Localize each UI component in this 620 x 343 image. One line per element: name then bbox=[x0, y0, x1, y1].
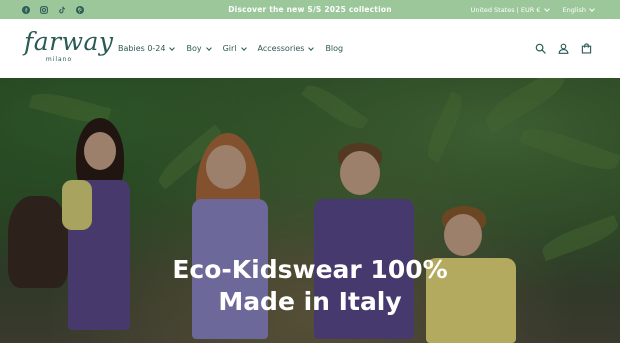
country-label: United States | EUR € bbox=[470, 5, 541, 14]
country-selector[interactable]: United States | EUR € bbox=[470, 5, 550, 14]
chevron-down-icon bbox=[169, 44, 176, 51]
locale-selectors: United States | EUR € English bbox=[470, 0, 595, 19]
cart-icon[interactable] bbox=[581, 43, 592, 54]
hero-banner[interactable]: Eco-Kidswear 100% Made in Italy bbox=[0, 78, 620, 343]
chevron-down-icon bbox=[589, 5, 595, 12]
hero-heading-line1: Eco-Kidswear 100% bbox=[172, 255, 448, 284]
nav-item-label: Accessories bbox=[257, 44, 305, 53]
main-nav: Babies 0-24 Boy Girl Accessories Blog bbox=[118, 19, 343, 78]
nav-item-babies[interactable]: Babies 0-24 bbox=[118, 44, 176, 53]
nav-item-label: Blog bbox=[325, 44, 344, 53]
nav-item-boy[interactable]: Boy bbox=[186, 44, 212, 53]
nav-item-girl[interactable]: Girl bbox=[222, 44, 247, 53]
hero-heading-line2: Made in Italy bbox=[218, 287, 402, 316]
chevron-down-icon bbox=[205, 44, 212, 51]
site-header: farway milano Babies 0-24 Boy Girl Acces… bbox=[0, 19, 620, 78]
chevron-down-icon bbox=[543, 5, 550, 12]
nav-item-label: Girl bbox=[222, 44, 237, 53]
language-selector[interactable]: English bbox=[562, 5, 595, 14]
nav-item-label: Boy bbox=[186, 44, 202, 53]
nav-item-blog[interactable]: Blog bbox=[325, 44, 343, 53]
logo-wordmark: farway bbox=[24, 27, 114, 56]
logo-subtitle: milano bbox=[45, 56, 73, 63]
logo[interactable]: farway milano bbox=[24, 27, 114, 71]
search-icon[interactable] bbox=[535, 43, 546, 54]
header-actions bbox=[535, 19, 592, 78]
nav-item-label: Babies 0-24 bbox=[118, 44, 166, 53]
announcement-bar: Discover the new S/S 2025 collection Uni… bbox=[0, 0, 620, 19]
account-icon[interactable] bbox=[558, 43, 569, 54]
language-label: English bbox=[562, 5, 586, 14]
nav-item-accessories[interactable]: Accessories bbox=[257, 44, 315, 53]
chevron-down-icon bbox=[240, 44, 247, 51]
chevron-down-icon bbox=[308, 44, 315, 51]
